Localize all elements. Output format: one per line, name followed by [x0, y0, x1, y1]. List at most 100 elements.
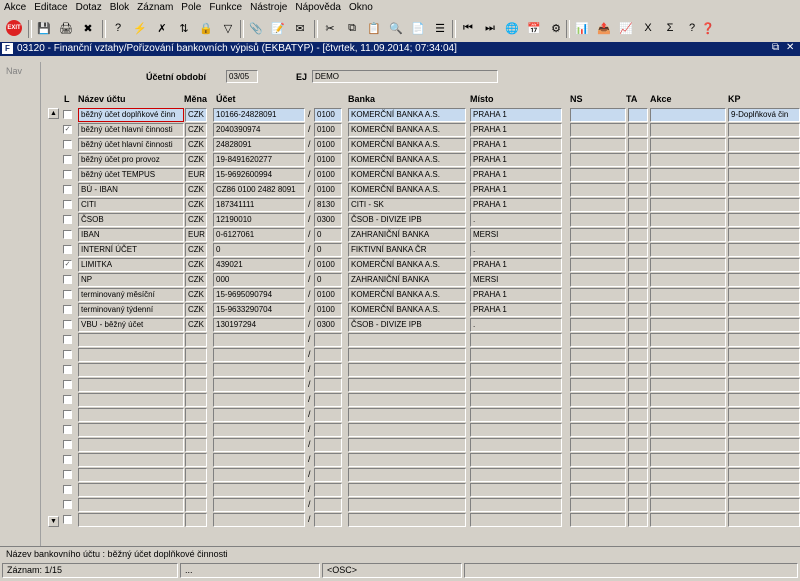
- account-number-cell[interactable]: [213, 513, 305, 527]
- accounting-period-field[interactable]: 03/05: [226, 70, 258, 83]
- currency-cell[interactable]: CZK: [185, 183, 207, 197]
- account-name-cell[interactable]: LIMITKA: [78, 258, 184, 272]
- currency-cell[interactable]: [185, 423, 207, 437]
- account-number-cell[interactable]: 000: [213, 273, 305, 287]
- ta-cell[interactable]: [628, 438, 648, 452]
- kp-cell[interactable]: [728, 243, 800, 257]
- action-cell[interactable]: [650, 438, 726, 452]
- currency-cell[interactable]: [185, 408, 207, 422]
- table-row[interactable]: NP CZK 000 0 ZAHRANIČNÍ BANKA MERSI /: [0, 272, 800, 287]
- menu-item-7[interactable]: Nástroje: [246, 0, 291, 13]
- account-number-cell[interactable]: [213, 393, 305, 407]
- bank-cell[interactable]: [348, 498, 466, 512]
- currency-cell[interactable]: CZK: [185, 258, 207, 272]
- row-checkbox[interactable]: [63, 155, 72, 164]
- kp-cell[interactable]: [728, 288, 800, 302]
- account-name-cell[interactable]: [78, 408, 184, 422]
- query-cancel-icon[interactable]: ✗: [154, 20, 170, 36]
- kp-cell[interactable]: [728, 483, 800, 497]
- action-cell[interactable]: [650, 333, 726, 347]
- table-row[interactable]: běžný účet pro provoz CZK 19-8491620277 010…: [0, 152, 800, 167]
- account-name-cell[interactable]: [78, 348, 184, 362]
- row-checkbox[interactable]: [63, 455, 72, 464]
- place-cell[interactable]: PRAHA 1: [470, 153, 562, 167]
- ns-cell[interactable]: [570, 273, 626, 287]
- row-checkbox[interactable]: [63, 230, 72, 239]
- kp-cell[interactable]: [728, 348, 800, 362]
- table-row[interactable]: /: [0, 362, 800, 377]
- ns-cell[interactable]: [570, 408, 626, 422]
- menu-item-8[interactable]: Nápověda: [291, 0, 345, 13]
- table-row[interactable]: /: [0, 422, 800, 437]
- bank-code-cell[interactable]: [314, 408, 342, 422]
- scroll-up-icon[interactable]: ▲: [48, 108, 59, 119]
- bank-code-cell[interactable]: 0: [314, 228, 342, 242]
- currency-cell[interactable]: [185, 363, 207, 377]
- ns-cell[interactable]: [570, 123, 626, 137]
- account-name-cell[interactable]: [78, 453, 184, 467]
- kp-cell[interactable]: [728, 333, 800, 347]
- menu-item-9[interactable]: Okno: [345, 0, 377, 13]
- list-icon[interactable]: ☰: [432, 20, 448, 36]
- currency-cell[interactable]: CZK: [185, 288, 207, 302]
- bank-code-cell[interactable]: [314, 378, 342, 392]
- account-name-cell[interactable]: [78, 468, 184, 482]
- bank-code-cell[interactable]: [314, 333, 342, 347]
- ns-cell[interactable]: [570, 378, 626, 392]
- row-checkbox[interactable]: [63, 350, 72, 359]
- action-cell[interactable]: [650, 198, 726, 212]
- bank-cell[interactable]: [348, 438, 466, 452]
- help-icon[interactable]: ?: [684, 20, 700, 36]
- place-cell[interactable]: [470, 438, 562, 452]
- account-name-cell[interactable]: CITI: [78, 198, 184, 212]
- bank-code-cell[interactable]: 0100: [314, 288, 342, 302]
- account-number-cell[interactable]: 19-8491620277: [213, 153, 305, 167]
- account-number-cell[interactable]: [213, 438, 305, 452]
- action-cell[interactable]: [650, 468, 726, 482]
- table-row[interactable]: terminovaný měsíční CZK 15-9695090794 0100 K…: [0, 287, 800, 302]
- exit-icon[interactable]: EXIT: [6, 20, 22, 36]
- kp-cell[interactable]: [728, 183, 800, 197]
- currency-cell[interactable]: [185, 378, 207, 392]
- kp-cell[interactable]: 9-Doplňková čin: [728, 108, 800, 122]
- account-number-cell[interactable]: [213, 363, 305, 377]
- table-row[interactable]: /: [0, 332, 800, 347]
- account-number-cell[interactable]: 15-9633290704: [213, 303, 305, 317]
- account-number-cell[interactable]: 439021: [213, 258, 305, 272]
- account-number-cell[interactable]: [213, 483, 305, 497]
- bank-code-cell[interactable]: [314, 453, 342, 467]
- table-row[interactable]: běžný účet doplňkové činn CZK 10166-248280…: [0, 107, 800, 122]
- row-checkbox[interactable]: ✓: [63, 260, 72, 269]
- currency-cell[interactable]: [185, 348, 207, 362]
- row-checkbox[interactable]: [63, 320, 72, 329]
- ta-cell[interactable]: [628, 228, 648, 242]
- currency-cell[interactable]: [185, 498, 207, 512]
- export-icon[interactable]: 📤: [596, 20, 612, 36]
- place-cell[interactable]: PRAHA 1: [470, 168, 562, 182]
- restore-icon[interactable]: ⧉: [772, 42, 779, 53]
- place-cell[interactable]: PRAHA 1: [470, 303, 562, 317]
- bank-cell[interactable]: KOMERČNÍ BANKA A.S.: [348, 288, 466, 302]
- print-icon[interactable]: 🖨: [58, 20, 74, 36]
- currency-cell[interactable]: EUR: [185, 168, 207, 182]
- table-row[interactable]: VBU - běžný účet CZK 130197294 0300 ČSOB - D…: [0, 317, 800, 332]
- menu-item-4[interactable]: Záznam: [133, 0, 177, 13]
- row-checkbox[interactable]: [63, 335, 72, 344]
- bank-cell[interactable]: [348, 423, 466, 437]
- bank-code-cell[interactable]: 0100: [314, 153, 342, 167]
- ns-cell[interactable]: [570, 393, 626, 407]
- account-number-cell[interactable]: 12190010: [213, 213, 305, 227]
- paste-icon[interactable]: 📋: [366, 20, 382, 36]
- kp-cell[interactable]: [728, 498, 800, 512]
- currency-cell[interactable]: CZK: [185, 198, 207, 212]
- chart-icon[interactable]: 📈: [618, 20, 634, 36]
- place-cell[interactable]: [470, 408, 562, 422]
- bank-code-cell[interactable]: [314, 483, 342, 497]
- place-cell[interactable]: PRAHA 1: [470, 138, 562, 152]
- row-checkbox[interactable]: [63, 425, 72, 434]
- ns-cell[interactable]: [570, 183, 626, 197]
- find-icon[interactable]: 🔍: [388, 20, 404, 36]
- account-number-cell[interactable]: 2040390974: [213, 123, 305, 137]
- account-name-cell[interactable]: ČSOB: [78, 213, 184, 227]
- table-row[interactable]: běžný účet hlavní činnosti CZK 24828091 010…: [0, 137, 800, 152]
